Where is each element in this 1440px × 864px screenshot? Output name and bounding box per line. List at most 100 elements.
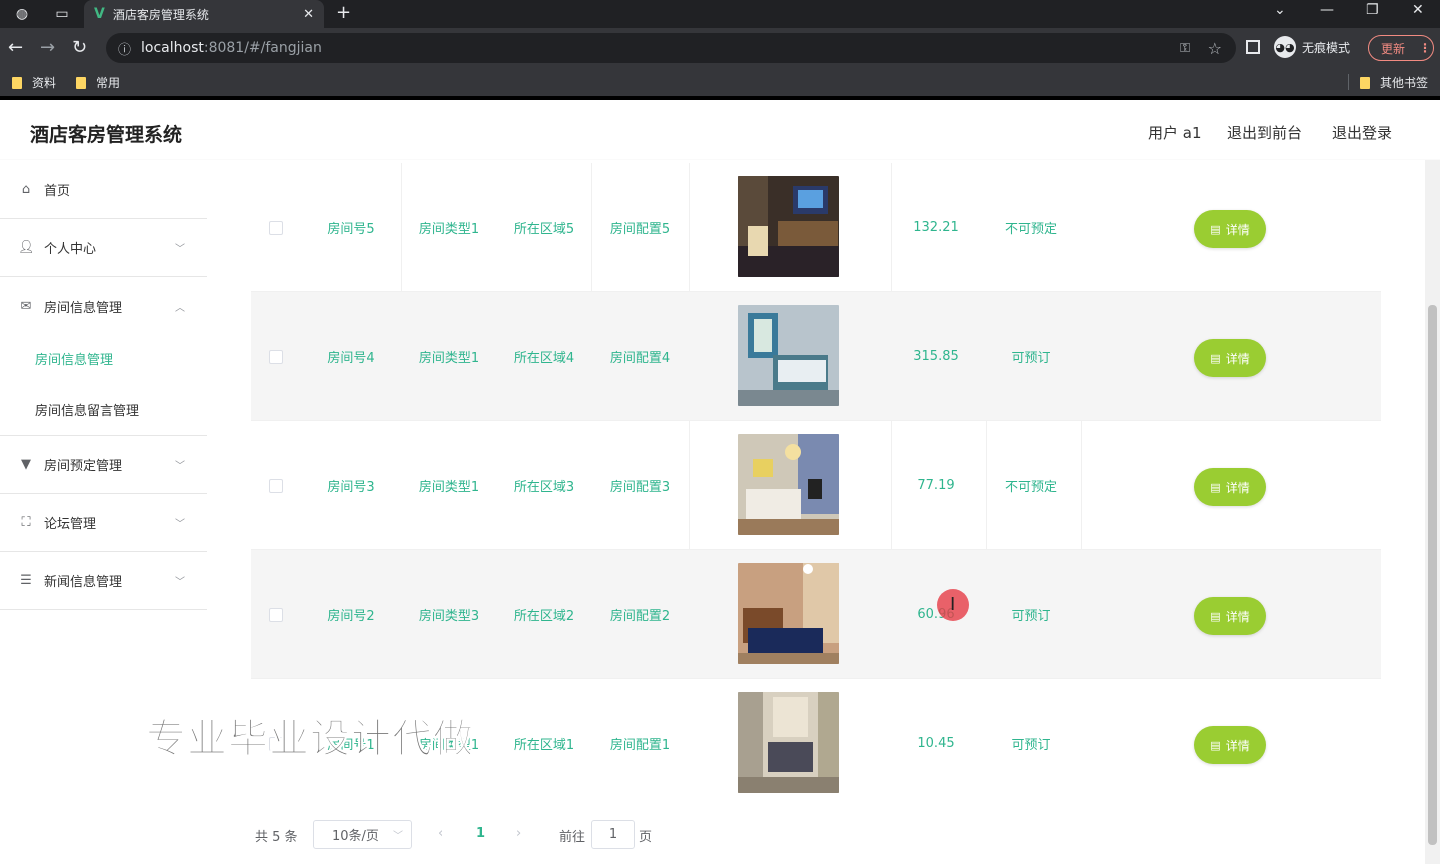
logout-link[interactable]: 退出登录 xyxy=(1332,122,1392,143)
booking-icon: ▼ xyxy=(21,457,31,472)
page-size-select[interactable]: 10条/页 ﹀ xyxy=(313,820,412,849)
document-icon: ▤ xyxy=(1210,222,1221,236)
new-tab-button[interactable]: + xyxy=(336,2,351,23)
table-row: 房间号2 房间类型3 所在区域2 房间配置2 60.96 可预订 ▤ 详情 xyxy=(251,550,1381,679)
room-area-cell: 所在区域2 xyxy=(513,609,575,624)
bookmarks-bar: 资料 常用 其他书签 xyxy=(0,68,1440,96)
room-config-cell: 房间配置3 xyxy=(609,480,671,495)
room-config-cell: 房间配置4 xyxy=(609,351,671,366)
app-header: 酒店客房管理系统 用户 a1 退出到前台 退出登录 xyxy=(0,100,1440,160)
sidebar-item-room-info[interactable]: ✉ 房间信息管理 ︿ xyxy=(0,277,207,335)
detail-button[interactable]: ▤ 详情 xyxy=(1194,726,1266,764)
chevron-up-icon: ︿ xyxy=(175,302,185,314)
bookmark-folder[interactable]: 常用 xyxy=(76,74,120,91)
price-cell: 132.21 xyxy=(913,220,959,235)
row-checkbox[interactable] xyxy=(269,608,283,622)
price-cell: 77.19 xyxy=(917,478,955,493)
row-checkbox[interactable] xyxy=(269,350,283,364)
key-icon[interactable]: ⚿ xyxy=(1180,41,1190,56)
incognito-indicator[interactable]: ◕◕ 无痕模式 xyxy=(1274,36,1350,58)
to-front-link[interactable]: 退出到前台 xyxy=(1227,122,1302,143)
row-checkbox[interactable] xyxy=(269,479,283,493)
room-photo xyxy=(738,563,839,664)
page-number-current[interactable]: 1 xyxy=(476,826,485,841)
status-cell: 可预订 xyxy=(1011,351,1051,366)
url-path: :8081/#/fangjian xyxy=(203,40,322,56)
sidebar-subitem-label: 房间信息留言管理 xyxy=(35,404,140,419)
document-icon: ▤ xyxy=(1210,351,1221,365)
price-cell: 60.96 xyxy=(917,607,955,622)
room-config-cell: 房间配置5 xyxy=(609,222,671,237)
tab-list-chevron-icon[interactable]: ⌄ xyxy=(1274,2,1286,18)
other-bookmarks[interactable]: 其他书签 xyxy=(1360,74,1428,91)
detail-button[interactable]: ▤ 详情 xyxy=(1194,468,1266,506)
forward-icon[interactable]: → xyxy=(40,37,55,58)
detail-button[interactable]: ▤ 详情 xyxy=(1194,210,1266,248)
room-table: 房间号5 房间类型1 所在区域5 房间配置5 132.21 不可预定 ▤ 详情 … xyxy=(251,160,1381,800)
room-type-cell: 房间类型3 xyxy=(418,609,480,624)
row-checkbox[interactable] xyxy=(269,221,283,235)
sidebar-item-news[interactable]: ☰ 新闻信息管理 ﹀ xyxy=(0,552,207,610)
goto-page-input[interactable]: 1 xyxy=(591,820,635,849)
browser-tab-bar: ◍ ▭ V 酒店客房管理系统 ✕ + ⌄ — ❐ ✕ xyxy=(0,0,1440,28)
sidebar-item-label: 房间信息管理 xyxy=(44,300,123,316)
news-icon: ☰ xyxy=(20,573,32,588)
user-icon: 👤︎ xyxy=(18,240,35,255)
chevron-down-icon: ﹀ xyxy=(175,577,185,588)
globe-icon[interactable]: ◍ xyxy=(12,4,32,24)
status-cell: 可预订 xyxy=(1011,738,1051,753)
price-cell: 10.45 xyxy=(917,736,955,751)
update-label: 更新 xyxy=(1381,41,1406,56)
document-icon: ▤ xyxy=(1210,738,1221,752)
tab-search-icon[interactable]: ▭ xyxy=(52,4,72,24)
side-panel-icon[interactable] xyxy=(1246,40,1260,54)
url-input[interactable]: ⓘ localhost:8081/#/fangjian ⚿ ☆ xyxy=(106,33,1236,63)
status-cell: 可预订 xyxy=(1011,609,1051,624)
sidebar-item-label: 新闻信息管理 xyxy=(44,575,123,590)
detail-label: 详情 xyxy=(1225,480,1250,495)
watermark-text: 专业毕业设计代做 xyxy=(146,716,474,763)
column-divider xyxy=(689,421,690,550)
tab-close-icon[interactable]: ✕ xyxy=(303,7,314,22)
minimize-icon[interactable]: — xyxy=(1320,2,1334,18)
table-row: 房间号4 房间类型1 所在区域4 房间配置4 315.85 可预订 ▤ 详情 xyxy=(251,292,1381,421)
user-link[interactable]: 用户 a1 xyxy=(1148,122,1202,143)
home-icon: ⌂ xyxy=(21,182,31,197)
room-area-cell: 所在区域4 xyxy=(513,351,575,366)
bookmark-star-icon[interactable]: ☆ xyxy=(1208,39,1222,58)
sidebar-item-label: 房间预定管理 xyxy=(44,459,123,474)
site-info-icon[interactable]: ⓘ xyxy=(118,39,131,58)
sidebar-subitem-room-comments[interactable]: 房间信息留言管理 xyxy=(0,384,207,436)
close-window-icon[interactable]: ✕ xyxy=(1412,2,1424,18)
sidebar-item-label: 个人中心 xyxy=(44,242,97,257)
scrollbar-thumb[interactable] xyxy=(1428,305,1437,845)
sidebar-item-personal-center[interactable]: 👤︎ 个人中心 ﹀ xyxy=(0,219,207,277)
status-cell: 不可预定 xyxy=(1004,222,1057,237)
reload-icon[interactable]: ↻ xyxy=(72,37,87,58)
column-divider xyxy=(1081,421,1082,550)
mail-icon: ✉ xyxy=(20,298,32,314)
bookmark-label: 常用 xyxy=(96,76,121,90)
detail-label: 详情 xyxy=(1225,351,1250,366)
table-row: 房间号5 房间类型1 所在区域5 房间配置5 132.21 不可预定 ▤ 详情 xyxy=(251,163,1381,292)
detail-button[interactable]: ▤ 详情 xyxy=(1194,339,1266,377)
browser-tab[interactable]: V 酒店客房管理系统 ✕ xyxy=(84,0,324,28)
next-page-icon[interactable]: › xyxy=(516,826,521,841)
chevron-down-icon: ﹀ xyxy=(175,519,185,530)
sidebar-subitem-room-info[interactable]: 房间信息管理 xyxy=(0,333,207,383)
sidebar-item-forum[interactable]: ⛶ 论坛管理 ﹀ xyxy=(0,494,207,552)
detail-button[interactable]: ▤ 详情 xyxy=(1194,597,1266,635)
incognito-label: 无痕模式 xyxy=(1302,40,1351,55)
bookmark-folder[interactable]: 资料 xyxy=(12,74,56,91)
restore-icon[interactable]: ❐ xyxy=(1366,2,1379,18)
menu-dots-icon[interactable]: ⋮ xyxy=(1419,41,1431,55)
prev-page-icon[interactable]: ‹ xyxy=(438,826,443,841)
update-button[interactable]: 更新 ⋮ xyxy=(1368,35,1434,61)
sidebar-item-booking[interactable]: ▼ 房间预定管理 ﹀ xyxy=(0,436,207,494)
back-icon[interactable]: ← xyxy=(8,37,23,58)
table-row: 房间号3 房间类型1 所在区域3 房间配置3 77.19 不可预定 ▤ 详情 xyxy=(251,421,1381,550)
room-area-cell: 所在区域3 xyxy=(513,480,575,495)
price-cell: 315.85 xyxy=(913,349,959,364)
folder-icon xyxy=(76,76,86,89)
sidebar-item-home[interactable]: ⌂ 首页 xyxy=(0,161,207,219)
